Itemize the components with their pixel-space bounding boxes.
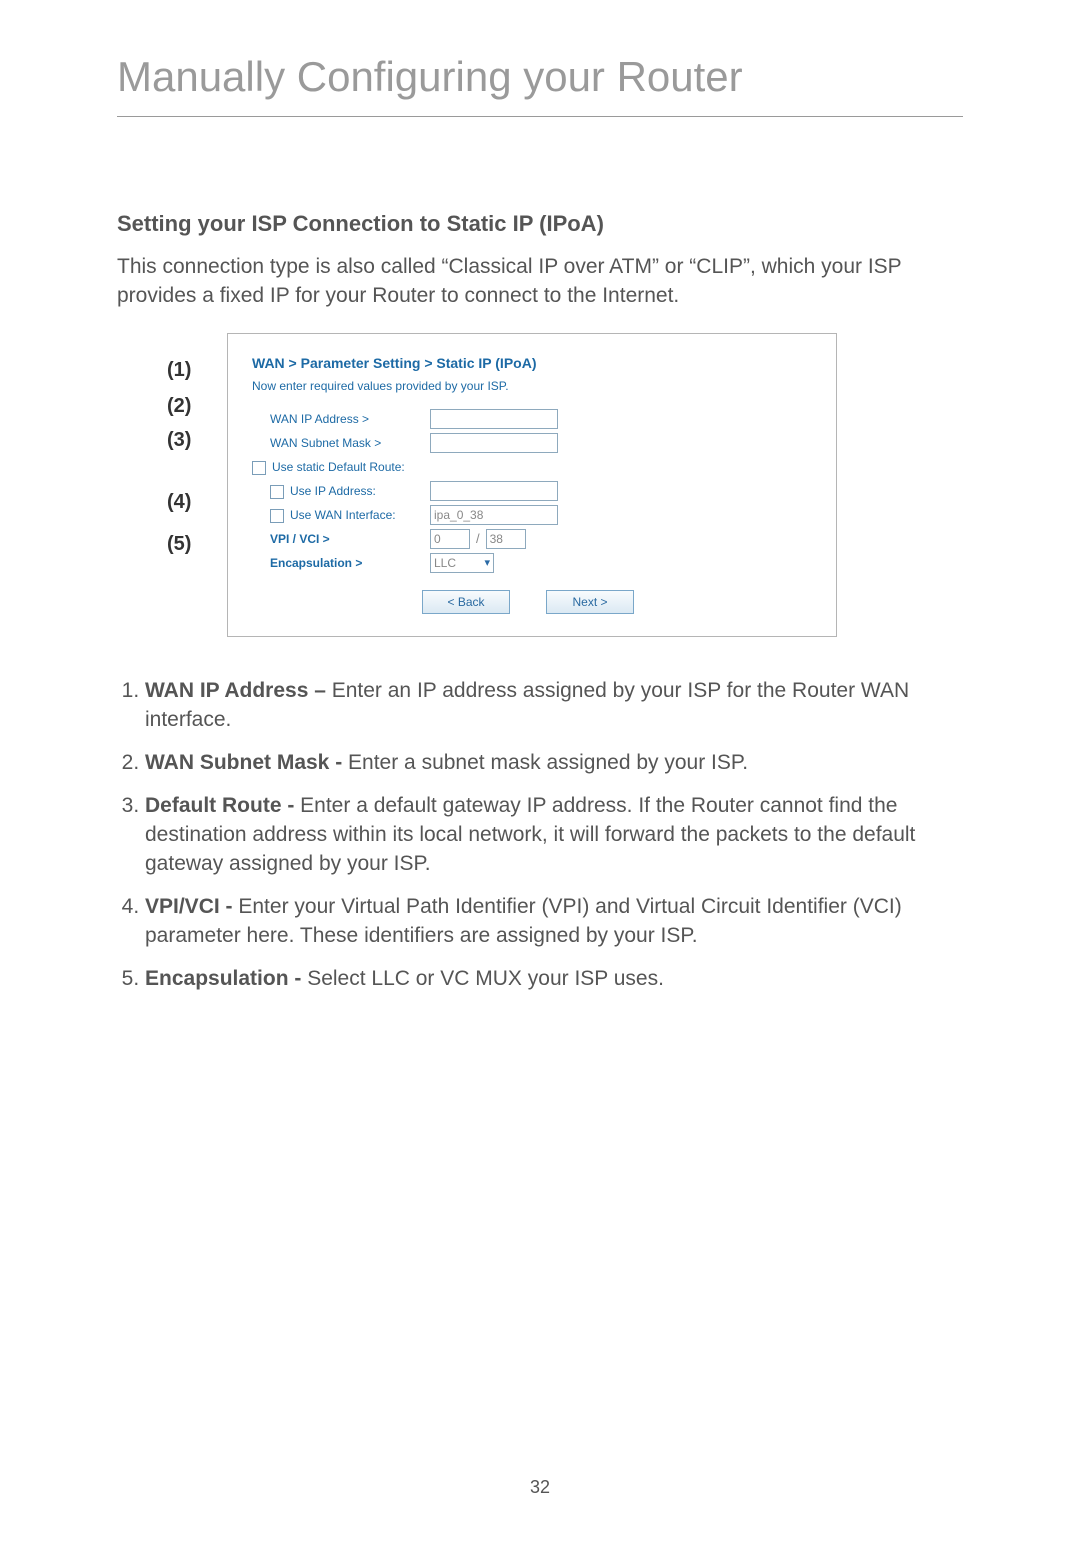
chevron-down-icon: ▾ bbox=[484, 556, 490, 571]
use-wan-if-checkbox[interactable] bbox=[270, 509, 284, 523]
vci-input[interactable] bbox=[486, 529, 526, 549]
callout-1: (1) bbox=[167, 357, 227, 373]
use-ip-input[interactable] bbox=[430, 481, 558, 501]
callout-3: (3) bbox=[167, 427, 227, 457]
description-list: WAN IP Address – Enter an IP address ass… bbox=[117, 677, 963, 994]
breadcrumb: WAN > Parameter Setting > Static IP (IPo… bbox=[252, 354, 812, 373]
use-static-label: Use static Default Route: bbox=[272, 460, 405, 474]
router-panel: WAN > Parameter Setting > Static IP (IPo… bbox=[227, 333, 837, 637]
wan-ip-label: WAN IP Address > bbox=[252, 411, 430, 428]
intro-text: This connection type is also called “Cla… bbox=[117, 253, 963, 311]
list-item: WAN Subnet Mask - Enter a subnet mask as… bbox=[145, 749, 963, 778]
encap-value: LLC bbox=[434, 555, 456, 572]
vpi-vci-label: VPI / VCI > bbox=[252, 531, 430, 548]
list-item: Encapsulation - Select LLC or VC MUX you… bbox=[145, 965, 963, 994]
next-button[interactable]: Next > bbox=[546, 590, 634, 614]
list-item: VPI/VCI - Enter your Virtual Path Identi… bbox=[145, 893, 963, 951]
callout-2: (2) bbox=[167, 393, 227, 427]
encap-select[interactable]: LLC ▾ bbox=[430, 553, 494, 573]
callout-4: (4) bbox=[167, 489, 227, 517]
page-number: 32 bbox=[0, 1475, 1080, 1500]
list-item: Default Route - Enter a default gateway … bbox=[145, 792, 963, 879]
callout-list: (1) (2) (3) (4) (5) bbox=[167, 333, 227, 555]
use-static-checkbox[interactable] bbox=[252, 461, 266, 475]
use-wan-if-input[interactable] bbox=[430, 505, 558, 525]
list-item: WAN IP Address – Enter an IP address ass… bbox=[145, 677, 963, 735]
config-screenshot: (1) (2) (3) (4) (5) WAN > Parameter Sett… bbox=[167, 333, 963, 637]
callout-5: (5) bbox=[167, 531, 227, 555]
wan-ip-input[interactable] bbox=[430, 409, 558, 429]
vpi-input[interactable] bbox=[430, 529, 470, 549]
encap-label: Encapsulation > bbox=[252, 555, 430, 572]
back-button[interactable]: < Back bbox=[422, 590, 510, 614]
panel-instruction: Now enter required values provided by yo… bbox=[252, 378, 812, 395]
use-ip-checkbox[interactable] bbox=[270, 485, 284, 499]
wan-mask-label: WAN Subnet Mask > bbox=[252, 435, 430, 452]
use-ip-label: Use IP Address: bbox=[290, 484, 376, 498]
section-heading: Setting your ISP Connection to Static IP… bbox=[117, 209, 963, 239]
use-wan-if-label: Use WAN Interface: bbox=[290, 508, 396, 522]
wan-mask-input[interactable] bbox=[430, 433, 558, 453]
title-bar: Manually Configuring your Router bbox=[117, 48, 963, 117]
page-title: Manually Configuring your Router bbox=[117, 48, 963, 106]
